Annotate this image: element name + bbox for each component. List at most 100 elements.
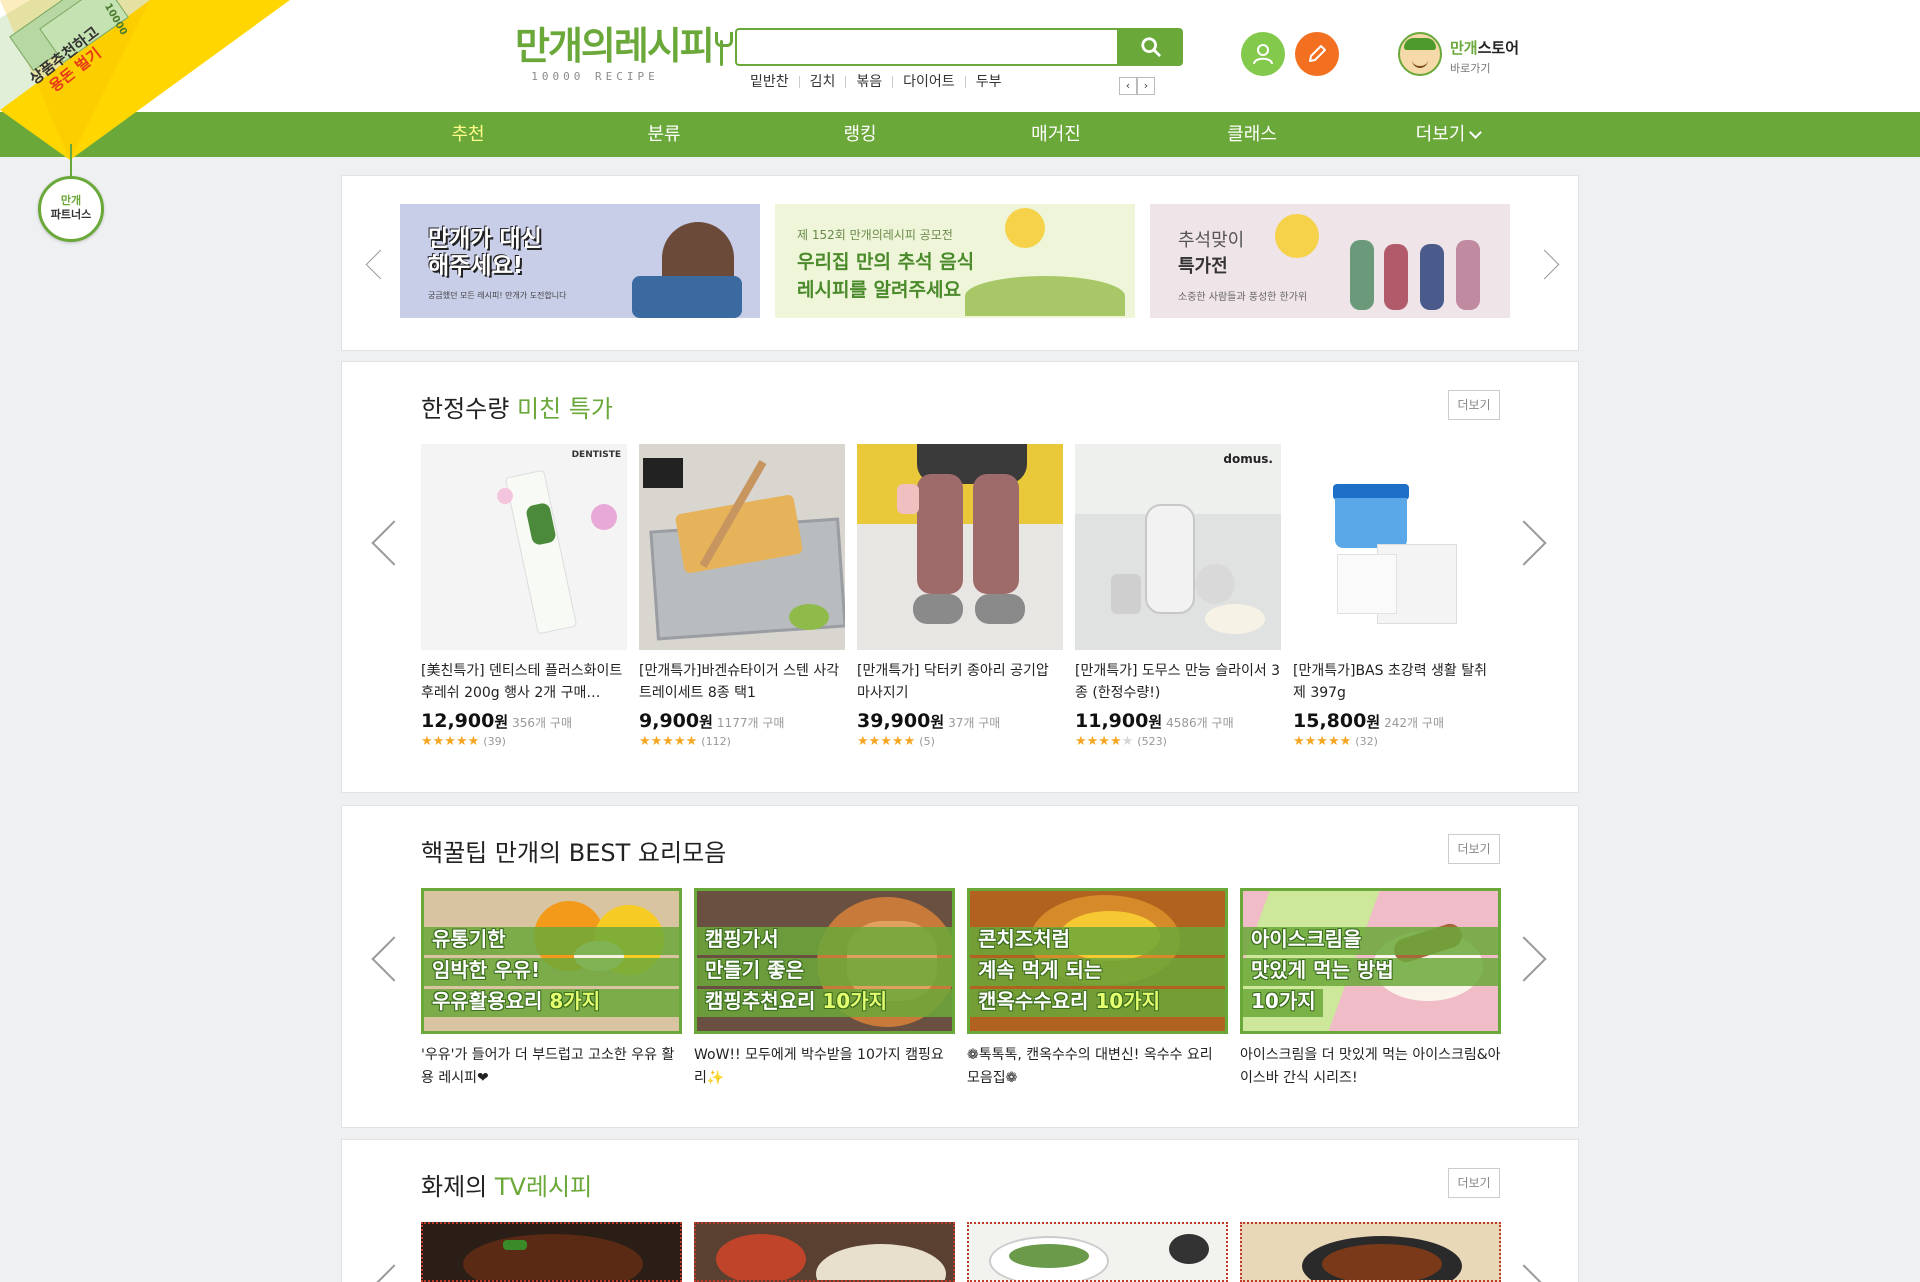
user-icon: [1253, 44, 1273, 65]
section-title-a: 핵꿀팁: [421, 839, 488, 867]
banner-illustration: [1350, 240, 1374, 310]
deal-next-arrow[interactable]: [1520, 512, 1550, 572]
product-price: 9,900원 1177개 구매: [639, 710, 785, 732]
product-name: [만개특가]BAS 초강력 생활 탈취제 397g: [1293, 663, 1488, 701]
banner-illustration: [965, 276, 1125, 316]
product-price: 12,900원 356개 구매: [421, 710, 572, 732]
nav-more-label: 더보기: [1415, 124, 1466, 145]
product-image: [1293, 444, 1499, 650]
tile-caption-2: 맛있게 먹는 방법: [1251, 958, 1394, 982]
best-recipe-card[interactable]: 콘치즈처럼 계속 먹게 되는 캔옥수수요리 10가지 ❁톡톡톡, 캔옥수수의 대…: [967, 888, 1228, 1090]
product-card[interactable]: DENTISTE [美친특가] 덴티스테 플러스화이트 후레쉬 200g 행사 …: [421, 444, 627, 749]
site-logo[interactable]: 만개의레시피 10000 RECIPE: [515, 24, 733, 83]
nav-class[interactable]: 클래스: [1192, 112, 1312, 157]
product-rating: ★★★★★ (32): [1293, 734, 1499, 749]
tile-caption-2: 만들기 좋은: [705, 958, 804, 982]
banner2-title3: 레시피를 알려주세요: [797, 279, 961, 301]
best-recipe-card[interactable]: 유통기한 임박한 우유! 우유활용요리 8가지 '우유'가 들어가 더 부드럽고…: [421, 888, 682, 1090]
section-title: 화제의 TV레시피: [421, 1167, 592, 1202]
store-title-b: 스토어: [1477, 39, 1520, 57]
nav-category[interactable]: 분류: [604, 112, 724, 157]
keyword-link[interactable]: 두부: [964, 75, 1012, 89]
best-recipe-card[interactable]: 캠핑가서 만들기 좋은 캠핑추천요리 10가지 WoW!! 모두에게 박수받을 …: [694, 888, 955, 1090]
tile-caption-2: 임박한 우유!: [432, 958, 541, 982]
tv-recipe-card[interactable]: [967, 1222, 1228, 1282]
product-card[interactable]: [만개특가]바겐슈타이거 스텐 사각 트레이세트 8종 택1 9,900원 117…: [639, 444, 845, 749]
more-button[interactable]: 더보기: [1448, 834, 1500, 864]
tv-recipe-card[interactable]: [421, 1222, 682, 1282]
store-subtitle: 바로가기: [1450, 62, 1491, 75]
product-rating: ★★★★★ (112): [639, 734, 845, 749]
write-recipe-button[interactable]: [1295, 32, 1339, 76]
purchase-count: 4586개 구매: [1166, 716, 1234, 730]
banner-illustration: [1005, 208, 1045, 248]
section-title-b: 만개의 BEST 요리모음: [494, 839, 727, 867]
search-box: [735, 28, 1119, 66]
login-button[interactable]: [1241, 32, 1285, 76]
banner2-title1: 제 152회 만개의레시피 공모전: [797, 228, 953, 242]
best-recipes-section: 핵꿀팁 만개의 BEST 요리모음 더보기 유통기한 임박한 우유! 우유활용요…: [341, 805, 1579, 1128]
deal-prev-arrow[interactable]: [372, 512, 402, 572]
search-button[interactable]: [1119, 28, 1183, 66]
keyword-prev-button[interactable]: ‹: [1119, 77, 1137, 95]
nav-magazine[interactable]: 매거진: [996, 112, 1116, 157]
keyword-link[interactable]: 다이어트: [892, 75, 965, 89]
tv-recipe-card[interactable]: [694, 1222, 955, 1282]
product-image: [857, 444, 1063, 650]
tv-recipe-card[interactable]: [1240, 1222, 1501, 1282]
tile-caption-1: 캠핑가서: [705, 927, 779, 951]
store-mascot-icon[interactable]: [1398, 32, 1442, 76]
product-card[interactable]: domus. [만개특가] 도무스 만능 슬라이서 3종 (한정수량!) 11,…: [1075, 444, 1281, 749]
keyword-link[interactable]: 밑반찬: [750, 75, 799, 89]
best-recipe-card[interactable]: 아이스크림을 맛있게 먹는 방법 10가지 아이스크림을 더 맛있게 먹는 아이…: [1240, 888, 1501, 1090]
star-icons: ★★★★★: [1293, 734, 1352, 749]
banner-contest[interactable]: 제 152회 만개의레시피 공모전 우리집 만의 추석 음식 레시피를 알려주세…: [775, 204, 1135, 318]
keyword-next-button[interactable]: ›: [1137, 77, 1155, 95]
product-name: [만개특가] 닥터키 종아리 공기압 마사지기: [857, 663, 1049, 701]
nav-more[interactable]: 더보기: [1388, 112, 1508, 157]
product-brand: domus.: [1223, 452, 1273, 466]
banner-next-arrow[interactable]: [1540, 244, 1560, 284]
tile-caption-3: 우유활용요리 8가지: [432, 989, 601, 1013]
star-icons: ★★★★★: [639, 734, 698, 749]
product-card[interactable]: [만개특가] 닥터키 종아리 공기압 마사지기 39,900원 37개 구매 ★★…: [857, 444, 1063, 749]
corner-promo[interactable]: 10000 상품추천하고 용돈 벌기 만개 파트너스: [0, 0, 290, 242]
banner-panel: 만개가 대신 해주세요! 궁금했던 모든 레시피! 만개가 도전합니다 제 15…: [341, 175, 1579, 351]
banner-chuseok-sale[interactable]: 추석맞이 특가전 소중한 사람들과 풍성한 한가위: [1150, 204, 1510, 318]
nav-ranking[interactable]: 랭킹: [800, 112, 920, 157]
purchase-count: 37개 구매: [948, 716, 1001, 730]
more-button[interactable]: 더보기: [1448, 1168, 1500, 1198]
banner1-subtitle: 궁금했던 모든 레시피! 만개가 도전합니다: [428, 291, 567, 300]
section-title-a: 한정수량: [421, 395, 510, 423]
popular-keywords: 밑반찬 김치 볶음 다이어트 두부: [750, 75, 1012, 89]
tv-prev-arrow[interactable]: [372, 1256, 402, 1282]
best-next-arrow[interactable]: [1520, 928, 1550, 988]
tile-caption-2: 계속 먹게 되는: [978, 958, 1103, 982]
banner-prev-arrow[interactable]: [364, 244, 384, 284]
tv-next-arrow[interactable]: [1520, 1256, 1550, 1282]
banner3-title1: 추석맞이: [1178, 230, 1245, 251]
product-price: 39,900원 37개 구매: [857, 710, 1001, 732]
best-prev-arrow[interactable]: [372, 928, 402, 988]
product-rating: ★★★★★ (39): [421, 734, 627, 749]
purchase-count: 242개 구매: [1384, 716, 1444, 730]
search-icon: [1141, 37, 1161, 57]
banner-illustration: [632, 276, 742, 318]
nav-recommend[interactable]: 추천: [408, 112, 528, 157]
partners-badge[interactable]: 만개 파트너스: [38, 176, 104, 242]
product-name: [만개특가] 도무스 만능 슬라이서 3종 (한정수량!): [1075, 663, 1281, 701]
keyword-link[interactable]: 볶음: [845, 75, 892, 89]
product-card[interactable]: [만개특가]BAS 초강력 생활 탈취제 397g 15,800원 242개 구매…: [1293, 444, 1499, 749]
review-count: (32): [1355, 735, 1378, 748]
keyword-link[interactable]: 김치: [798, 75, 846, 89]
fork-icon: [714, 31, 733, 66]
logo-text: 만개의레시피: [515, 24, 715, 68]
review-count: (39): [483, 735, 506, 748]
tile-caption-3: 캠핑추천요리 10가지: [705, 989, 888, 1013]
search-input[interactable]: [737, 30, 1117, 64]
store-link[interactable]: 만개스토어 바로가기: [1450, 37, 1519, 76]
tile-caption-1: 아이스크림을: [1251, 927, 1362, 951]
banner-ask-mangae[interactable]: 만개가 대신 해주세요! 궁금했던 모든 레시피! 만개가 도전합니다: [400, 204, 760, 318]
more-button[interactable]: 더보기: [1448, 390, 1500, 420]
product-price: 15,800원 242개 구매: [1293, 710, 1444, 732]
